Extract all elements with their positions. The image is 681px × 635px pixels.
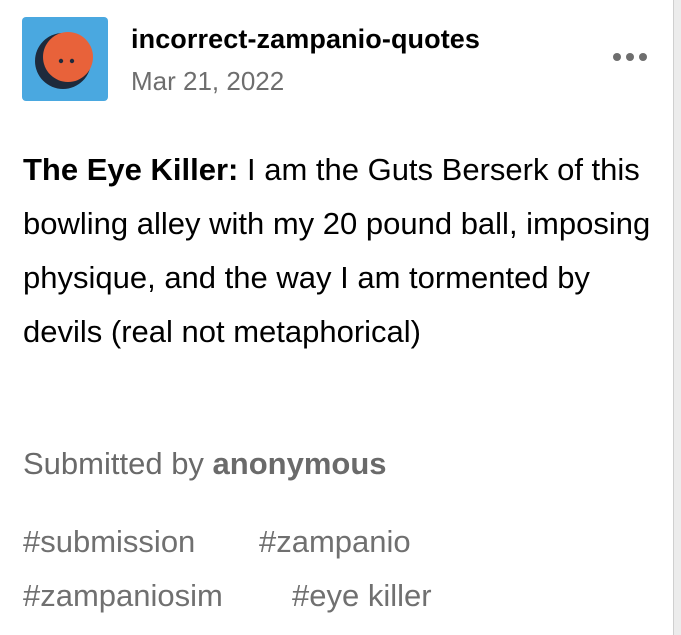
submission-credit: Submitted by anonymous — [23, 446, 387, 482]
more-horizontal-icon — [613, 53, 647, 61]
submitter-name: anonymous — [212, 446, 387, 481]
tag-zampaniosim[interactable]: #zampaniosim — [23, 578, 223, 614]
blog-name-link[interactable]: incorrect-zampanio-quotes — [131, 24, 480, 55]
more-options-button[interactable] — [607, 44, 653, 70]
submitted-by-label: Submitted by — [23, 446, 213, 481]
post-body: The Eye Killer: I am the Guts Berserk of… — [23, 143, 663, 359]
tag-eye-killer[interactable]: #eye killer — [292, 578, 432, 614]
tag-submission[interactable]: #submission — [23, 524, 195, 560]
blog-avatar[interactable] — [22, 17, 108, 101]
quote-speaker: The Eye Killer: — [23, 152, 239, 187]
avatar-face-icon — [22, 17, 108, 101]
tag-zampanio[interactable]: #zampanio — [259, 524, 411, 560]
scrollbar-edge — [673, 0, 681, 635]
post-date[interactable]: Mar 21, 2022 — [131, 66, 284, 97]
